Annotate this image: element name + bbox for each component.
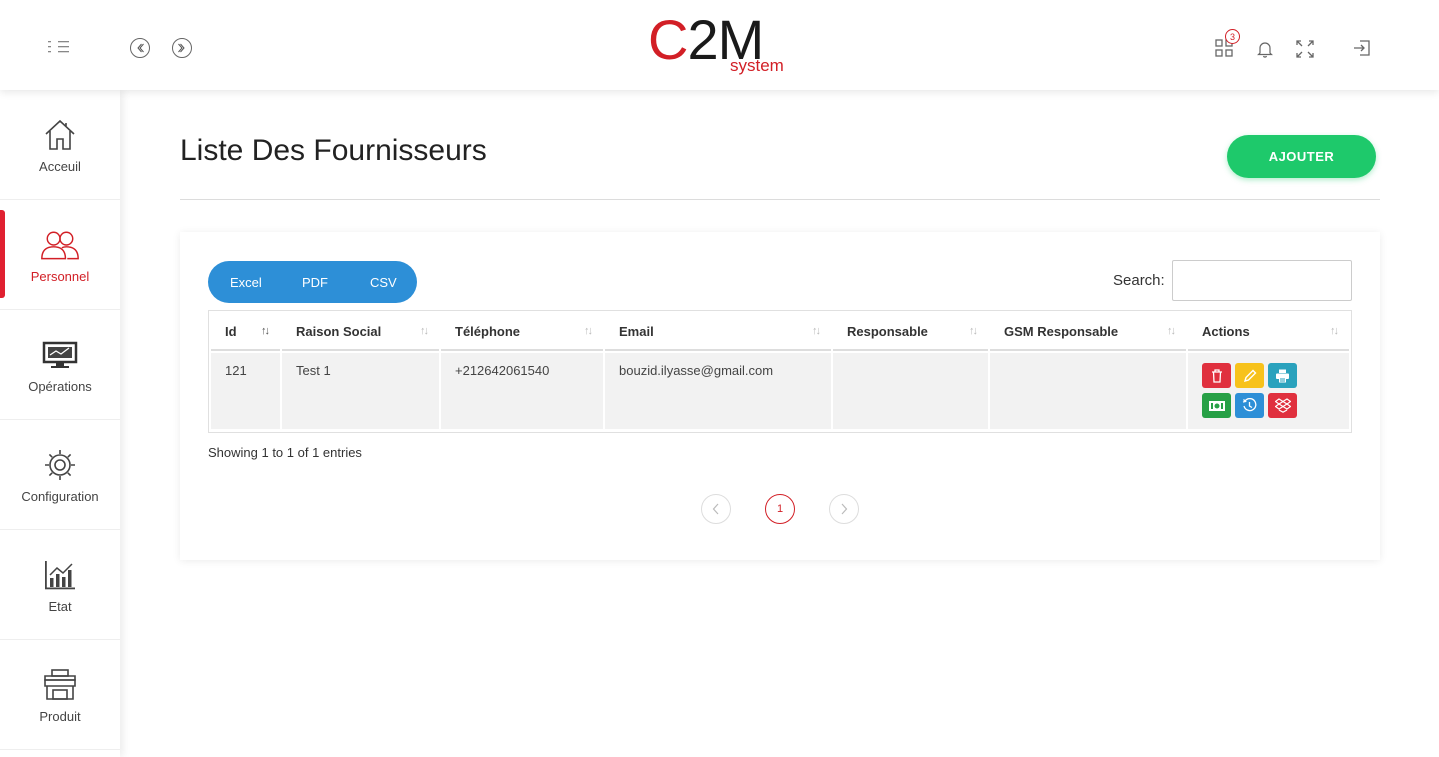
column-label: Téléphone — [455, 323, 521, 339]
users-icon — [40, 225, 80, 265]
logo-letter-c: C — [648, 8, 688, 71]
chevron-left-icon — [712, 503, 719, 515]
sort-icon: ↑↓ — [584, 325, 593, 337]
sort-icon: ↑↓ — [1330, 325, 1339, 337]
sidebar-item-etat[interactable]: Etat — [0, 530, 120, 640]
column-header-id[interactable]: Id ↑↓ — [211, 313, 280, 351]
cell-email: bouzid.ilyasse@gmail.com — [605, 353, 831, 429]
sidebar-item-label: Configuration — [21, 489, 99, 504]
print-button[interactable] — [1268, 363, 1297, 388]
logout-icon[interactable] — [1352, 38, 1372, 58]
column-label: Email — [619, 323, 654, 339]
column-label: Id — [225, 323, 237, 339]
sort-icon: ↑↓ — [969, 325, 978, 337]
search-label: Search: — [1113, 272, 1165, 289]
suppliers-table: Id ↑↓ Raison Social ↑↓ Téléphone ↑↓ Email ↑↓… — [208, 310, 1352, 433]
sort-icon: ↑↓ — [261, 325, 270, 337]
clock-icon — [1242, 398, 1257, 412]
sort-icon: ↑↓ — [420, 325, 429, 337]
history-button[interactable] — [1235, 393, 1264, 418]
dropbox-button[interactable] — [1268, 393, 1297, 418]
cell-responsable — [833, 353, 988, 429]
sidebar-item-label: Etat — [48, 599, 72, 614]
print-icon — [1276, 369, 1289, 382]
menu-toggle-icon[interactable] — [46, 37, 72, 57]
pagination-prev-button[interactable] — [701, 494, 731, 524]
table-header-row: Id ↑↓ Raison Social ↑↓ Téléphone ↑↓ Email ↑↓… — [211, 313, 1349, 351]
table-info: Showing 1 to 1 of 1 entries — [208, 445, 362, 460]
column-header-responsable[interactable]: Responsable ↑↓ — [833, 313, 988, 351]
sidebar-item-operations[interactable]: Opérations — [0, 310, 120, 420]
chevron-right-icon — [841, 503, 848, 515]
sidebar-item-produit[interactable]: Produit — [0, 640, 120, 750]
table-row: 121 Test 1 +212642061540 bouzid.ilyasse@… — [211, 353, 1349, 429]
sidebar-item-label: Personnel — [30, 269, 90, 284]
bar-chart-icon — [40, 555, 80, 595]
gear-icon — [40, 445, 80, 485]
column-header-raison-social[interactable]: Raison Social ↑↓ — [282, 313, 439, 351]
export-button-group: Excel PDF CSV — [208, 261, 417, 303]
pencil-icon — [1243, 369, 1256, 382]
sort-icon: ↑↓ — [812, 325, 821, 337]
shop-icon — [40, 665, 80, 705]
logo: C2M system — [648, 10, 798, 76]
page-title: Liste Des Fournisseurs — [180, 134, 487, 167]
chevron-left-icon[interactable] — [130, 38, 150, 58]
money-icon — [1208, 400, 1225, 411]
dropbox-icon — [1274, 398, 1291, 413]
notification-badge: 3 — [1225, 29, 1240, 44]
suppliers-card: Excel PDF CSV Search: Id ↑↓ Raison Social… — [180, 232, 1380, 560]
edit-button[interactable] — [1235, 363, 1264, 388]
sidebar-item-label: Opérations — [28, 379, 92, 394]
export-pdf-button[interactable]: PDF — [302, 261, 328, 303]
cell-telephone: +212642061540 — [441, 353, 603, 429]
sidebar-item-label: Produit — [39, 709, 81, 724]
column-header-gsm-responsable[interactable]: GSM Responsable ↑↓ — [990, 313, 1186, 351]
add-button[interactable]: AJOUTER — [1227, 135, 1376, 178]
chevron-right-icon[interactable] — [172, 38, 192, 58]
cell-actions — [1188, 353, 1349, 429]
export-csv-button[interactable]: CSV — [370, 261, 397, 303]
cell-id: 121 — [211, 353, 280, 429]
sidebar-item-personnel[interactable]: Personnel — [0, 200, 120, 310]
payment-button[interactable] — [1202, 393, 1231, 418]
monitor-icon — [40, 335, 80, 375]
title-divider — [180, 199, 1380, 200]
column-label: Raison Social — [296, 323, 382, 339]
home-icon — [40, 115, 80, 155]
logo-subtitle: system — [730, 56, 784, 75]
pagination-next-button[interactable] — [829, 494, 859, 524]
trash-icon — [1211, 368, 1222, 383]
sidebar: Acceuil Personnel Opérations Configurati… — [0, 90, 120, 757]
fullscreen-icon[interactable] — [1296, 40, 1314, 58]
delete-button[interactable] — [1202, 363, 1231, 388]
cell-gsm-responsable — [990, 353, 1186, 429]
column-header-actions[interactable]: Actions ↑↓ — [1188, 313, 1349, 351]
search-input[interactable] — [1172, 260, 1352, 301]
top-bar: C2M system 3 — [0, 0, 1439, 90]
cell-raison-social: Test 1 — [282, 353, 439, 429]
sidebar-item-acceuil[interactable]: Acceuil — [0, 90, 120, 200]
bell-icon[interactable] — [1256, 39, 1274, 59]
column-label: GSM Responsable — [1004, 323, 1119, 339]
export-excel-button[interactable]: Excel — [230, 261, 262, 303]
sidebar-item-configuration[interactable]: Configuration — [0, 420, 120, 530]
column-label: Responsable — [847, 323, 928, 339]
sort-icon: ↑↓ — [1167, 325, 1176, 337]
sidebar-item-label: Acceuil — [39, 159, 81, 174]
column-header-telephone[interactable]: Téléphone ↑↓ — [441, 313, 603, 351]
pagination-page-1[interactable]: 1 — [765, 494, 795, 524]
column-label: Actions — [1202, 323, 1250, 339]
column-header-email[interactable]: Email ↑↓ — [605, 313, 831, 351]
